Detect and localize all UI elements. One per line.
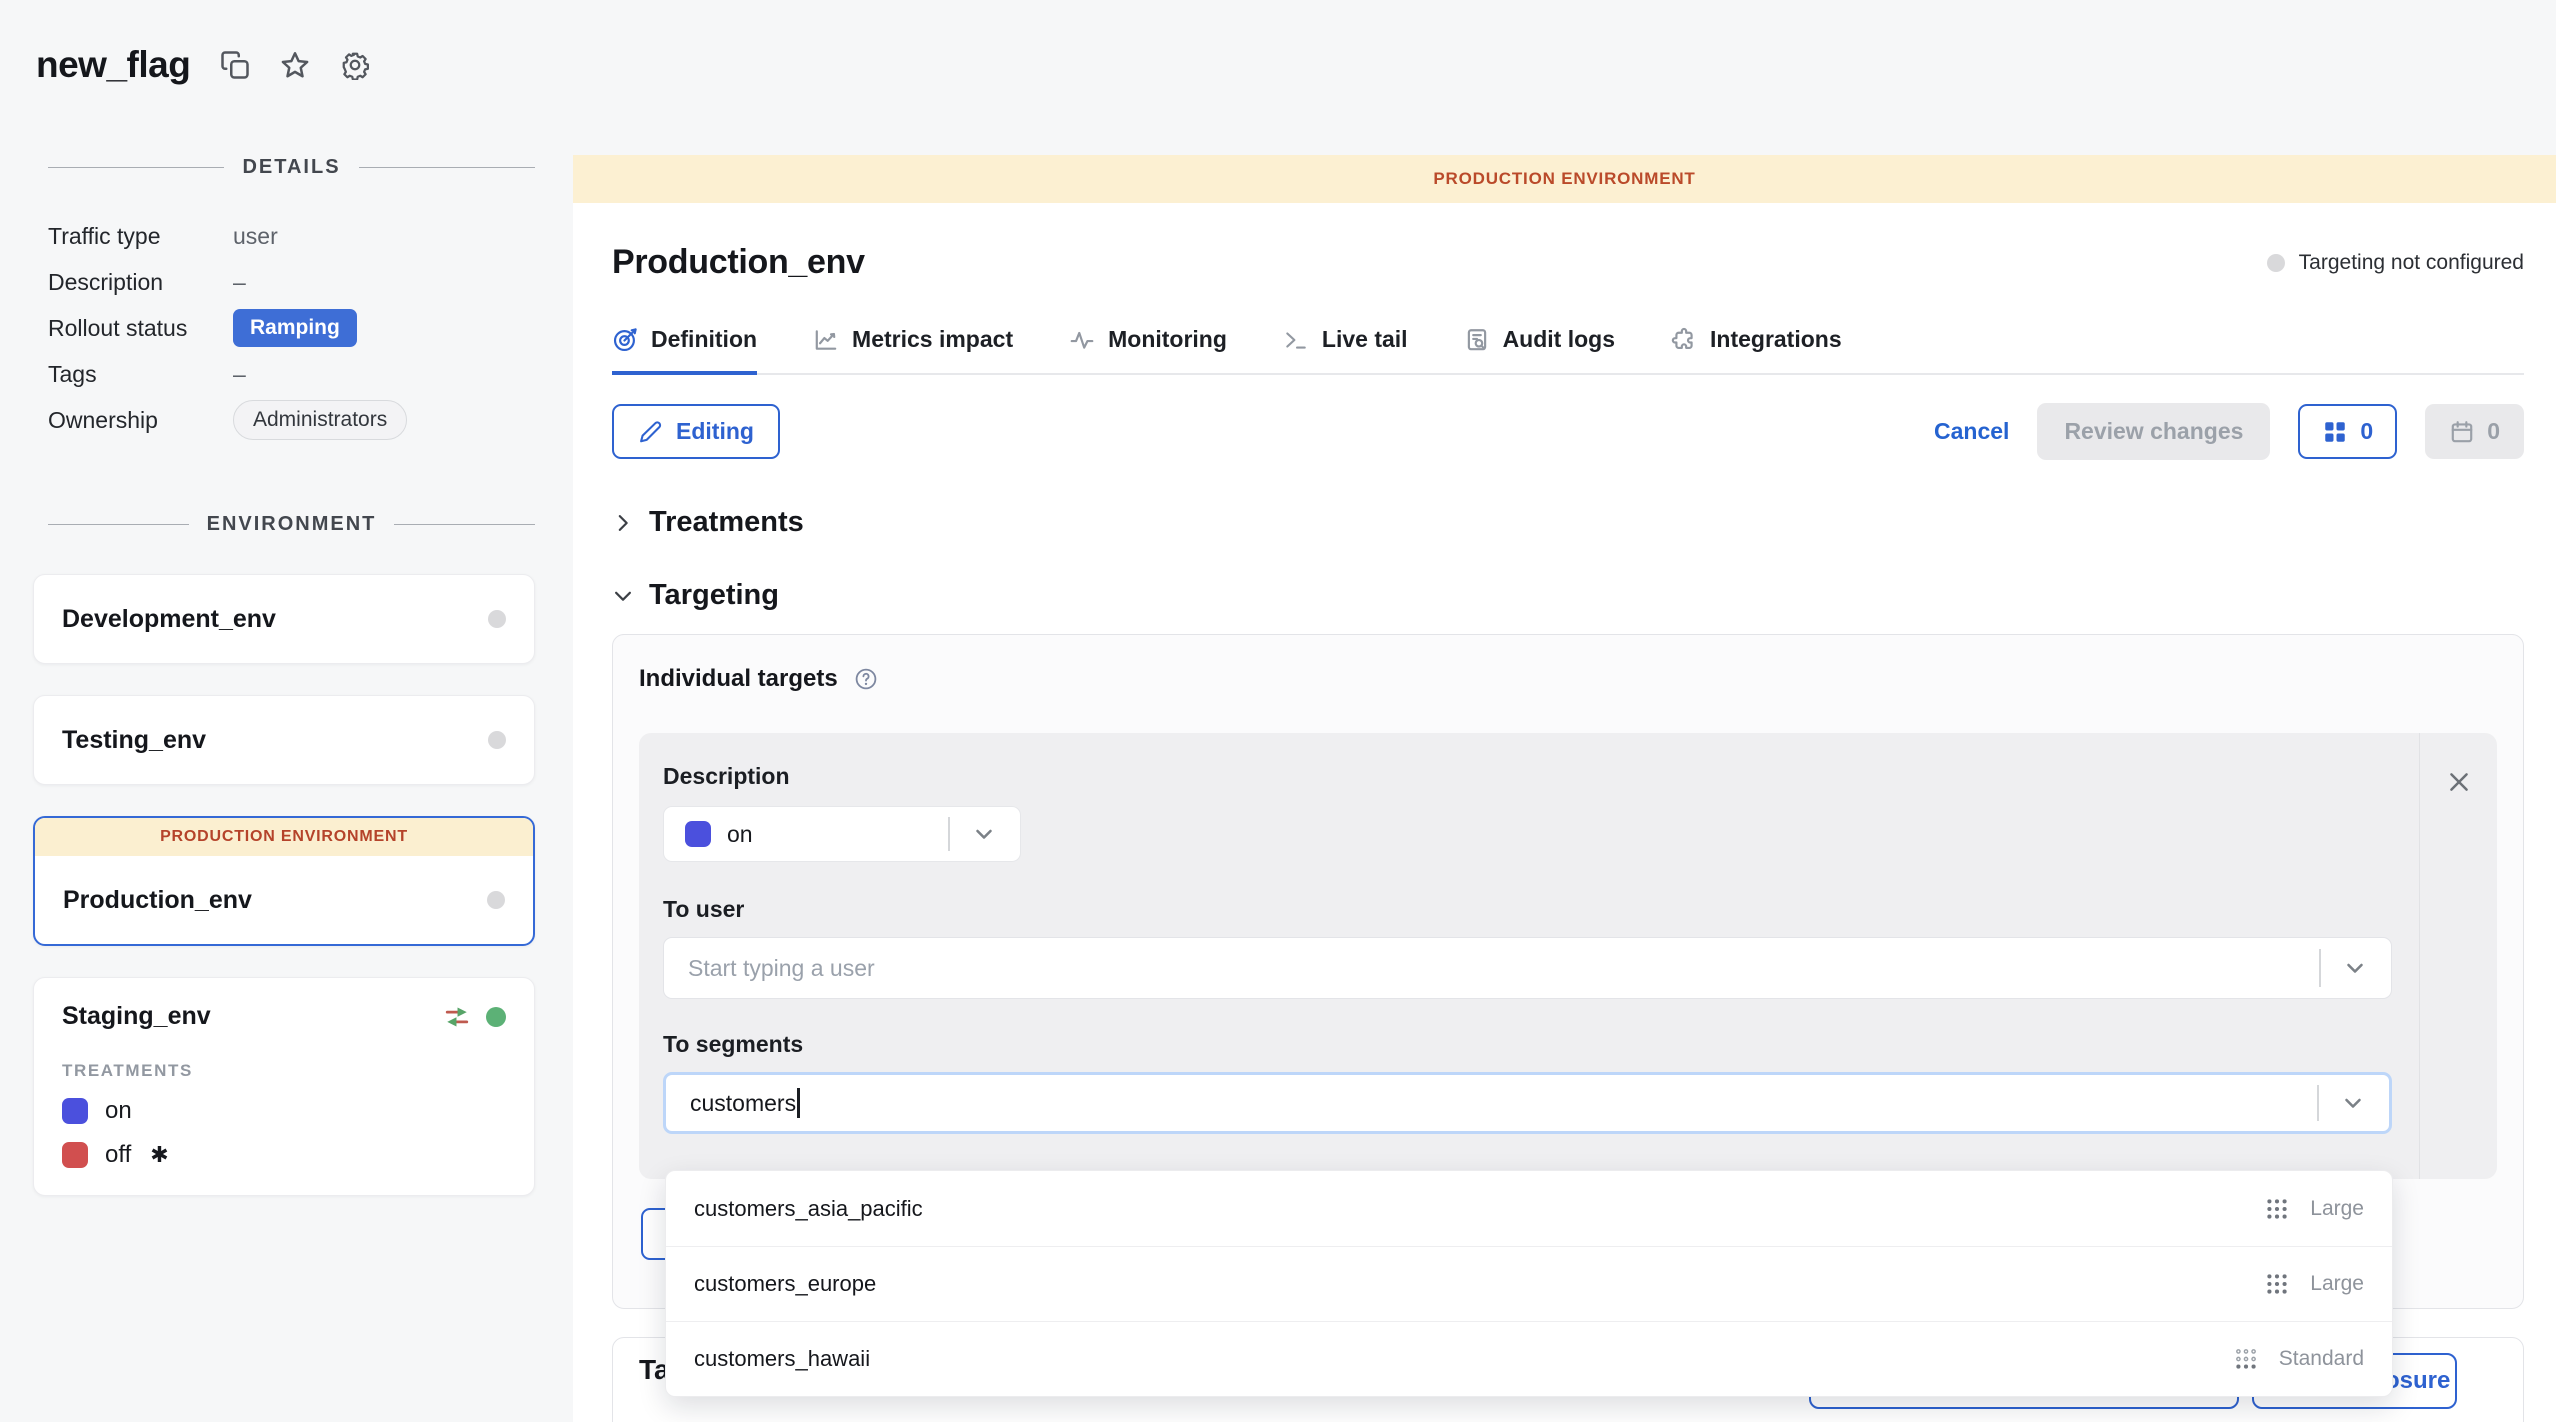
- swap-arrows-icon: [442, 1004, 472, 1030]
- definition-target-icon: [612, 327, 638, 353]
- treatment-on-swatch: [62, 1098, 88, 1124]
- treatments-label: TREATMENTS: [62, 1061, 506, 1081]
- editing-button[interactable]: Editing: [612, 404, 780, 459]
- review-changes-button[interactable]: Review changes: [2037, 403, 2270, 460]
- chevron-down-icon: [2343, 956, 2367, 980]
- grid-icon: [2322, 419, 2348, 445]
- env-status-dot: [488, 731, 506, 749]
- schedule-count-button[interactable]: 0: [2425, 404, 2524, 459]
- segment-option-asia-pacific[interactable]: customers_asia_pacific Large: [666, 1171, 2392, 1246]
- to-segments-label: To segments: [663, 1031, 2392, 1058]
- tab-integrations[interactable]: Integrations: [1671, 326, 1842, 375]
- production-environment-label: PRODUCTION ENVIRONMENT: [35, 818, 533, 856]
- detail-ownership: Ownership Administrators: [48, 397, 533, 443]
- segment-option-hawaii[interactable]: customers_hawaii Standard: [666, 1321, 2392, 1396]
- treatment-on-row: on: [62, 1097, 506, 1125]
- ownership-pill[interactable]: Administrators: [233, 400, 407, 440]
- to-user-input-wrap: [663, 937, 2392, 999]
- env-active-dot: [486, 1007, 506, 1027]
- segments-dropdown: customers_asia_pacific Large customers_e…: [665, 1170, 2393, 1397]
- audit-log-icon: [1464, 327, 1490, 353]
- tab-live-tail[interactable]: Live tail: [1283, 326, 1408, 375]
- chevron-down-icon: [2341, 1091, 2365, 1115]
- treatment-off-swatch: [62, 1142, 88, 1168]
- env-card-testing[interactable]: Testing_env: [33, 695, 535, 785]
- env-status-dot: [487, 891, 505, 909]
- standard-segment-icon: [2233, 1346, 2259, 1372]
- changes-count-button[interactable]: 0: [2298, 404, 2397, 459]
- env-status-dot: [488, 610, 506, 628]
- flag-name: new_flag: [36, 44, 190, 86]
- targeting-section-toggle[interactable]: Targeting: [612, 579, 2524, 612]
- env-card-development[interactable]: Development_env: [33, 574, 535, 664]
- details-divider: DETAILS: [48, 156, 535, 179]
- terminal-icon: [1283, 327, 1309, 353]
- to-user-label: To user: [663, 896, 2392, 923]
- tab-monitoring[interactable]: Monitoring: [1069, 326, 1227, 375]
- to-segments-input[interactable]: customers: [663, 1072, 2392, 1134]
- detail-rollout-status: Rollout status Ramping: [48, 305, 533, 351]
- detail-description: Description –: [48, 259, 533, 305]
- to-user-input[interactable]: [688, 955, 2050, 982]
- treatment-off-row: off ✱: [62, 1141, 506, 1169]
- env-card-production[interactable]: PRODUCTION ENVIRONMENT Production_env: [33, 816, 535, 946]
- copy-icon[interactable]: [220, 50, 250, 80]
- individual-targets-heading: Individual targets: [639, 665, 838, 693]
- treatment-on-swatch: [685, 821, 711, 847]
- default-treatment-icon: ✱: [150, 1142, 168, 1168]
- tab-definition[interactable]: Definition: [612, 326, 757, 375]
- status-dot: [2267, 254, 2285, 272]
- large-segment-icon: [2264, 1196, 2290, 1222]
- close-icon[interactable]: [2446, 769, 2472, 795]
- sidebar: new_flag DETAILS Traffic type user Descr…: [0, 0, 573, 1422]
- chart-line-icon: [813, 327, 839, 353]
- target-rule-card: Description on To user: [639, 733, 2497, 1179]
- gear-icon[interactable]: [340, 50, 370, 80]
- details-list: Traffic type user Description – Rollout …: [48, 213, 533, 443]
- chevron-down-icon: [612, 585, 634, 607]
- detail-traffic-type: Traffic type user: [48, 213, 533, 259]
- treatment-select[interactable]: on: [663, 806, 1021, 862]
- cancel-link[interactable]: Cancel: [1934, 418, 2009, 445]
- puzzle-icon: [1671, 327, 1697, 353]
- rule-remove-column: [2419, 733, 2497, 1179]
- production-environment-banner: PRODUCTION ENVIRONMENT: [573, 155, 2556, 203]
- tab-metrics-impact[interactable]: Metrics impact: [813, 326, 1013, 375]
- help-icon[interactable]: [854, 667, 878, 691]
- environment-divider: ENVIRONMENT: [48, 513, 535, 536]
- targeting-status: Targeting not configured: [2267, 251, 2524, 275]
- treatments-section-toggle[interactable]: Treatments: [612, 506, 2524, 539]
- calendar-icon: [2449, 419, 2475, 445]
- detail-tags: Tags –: [48, 351, 533, 397]
- segment-option-europe[interactable]: customers_europe Large: [666, 1246, 2392, 1321]
- page-title: Production_env: [612, 243, 865, 282]
- main-panel: PRODUCTION ENVIRONMENT Production_env Ta…: [573, 155, 2556, 1422]
- tab-audit-logs[interactable]: Audit logs: [1464, 326, 1615, 375]
- star-icon[interactable]: [280, 50, 310, 80]
- flag-header: new_flag: [36, 44, 573, 86]
- pencil-icon: [638, 419, 664, 445]
- tab-bar: Definition Metrics impact Monitoring Liv…: [612, 326, 2524, 375]
- chevron-down-icon: [972, 822, 996, 846]
- pulse-icon: [1069, 327, 1095, 353]
- details-heading: DETAILS: [242, 156, 340, 179]
- text-caret: [797, 1088, 800, 1118]
- environment-heading: ENVIRONMENT: [207, 513, 377, 536]
- large-segment-icon: [2264, 1271, 2290, 1297]
- rollout-status-badge: Ramping: [233, 309, 357, 347]
- environment-list: Development_env Testing_env PRODUCTION E…: [33, 574, 535, 1196]
- env-card-staging[interactable]: Staging_env TREATMENTS on off ✱: [33, 977, 535, 1196]
- description-label: Description: [663, 763, 2392, 790]
- chevron-right-icon: [612, 512, 634, 534]
